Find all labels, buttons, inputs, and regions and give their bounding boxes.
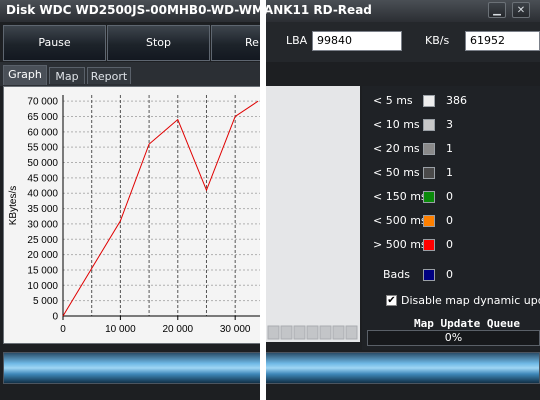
legend-swatch	[423, 95, 435, 107]
y-tick-label: 15 000	[27, 265, 58, 276]
legend-swatch	[423, 239, 435, 251]
lba-label: LBA	[286, 34, 308, 47]
stop-button[interactable]: Stop	[107, 25, 210, 61]
legend-count: 0	[446, 238, 453, 251]
image-divider	[260, 0, 266, 400]
map-block	[319, 325, 332, 340]
y-tick-label: 45 000	[27, 173, 58, 184]
legend-swatch	[423, 167, 435, 179]
y-tick-label: 20 000	[27, 250, 58, 261]
y-tick-label: 55 000	[27, 143, 58, 154]
legend-label: < 150 ms	[373, 190, 427, 203]
y-axis-label: KBytes/s	[8, 186, 19, 225]
y-tick-label: 10 000	[27, 281, 58, 292]
tab-map[interactable]: Map	[49, 67, 85, 84]
legend-swatch	[423, 191, 435, 203]
restart-button[interactable]: Re	[211, 25, 262, 61]
y-tick-label: 0	[52, 312, 58, 323]
y-tick-label: 65 000	[27, 112, 58, 123]
map-block	[332, 325, 345, 340]
graph-panel: 0 5 000 10 000 15 000 20 000 25 000 30 000 35 0…	[3, 86, 262, 344]
lba-field: 99840	[312, 31, 402, 51]
close-button[interactable]: ✕	[512, 2, 530, 18]
legend-swatch	[423, 119, 435, 131]
legend-label: < 20 ms	[373, 142, 420, 155]
scan-progress-bar	[3, 352, 540, 384]
x-tick-label: 10 000	[105, 324, 136, 335]
map-block	[280, 325, 293, 340]
queue-progress: 0%	[367, 330, 540, 346]
legend-swatch	[423, 143, 435, 155]
minimize-button[interactable]: ▁	[488, 2, 506, 18]
y-tick-label: 30 000	[27, 219, 58, 230]
map-grid	[267, 325, 358, 340]
x-tick-label: 20 000	[162, 324, 193, 335]
tab-report[interactable]: Report	[87, 67, 131, 84]
window-title: Disk WDC WD2500JS-00MHB0-WD-WMANK11 RD-R…	[6, 3, 372, 17]
pause-button[interactable]: Pause	[3, 25, 106, 61]
legend-count: 3	[446, 118, 453, 131]
disable-map-checkbox[interactable]: ✔	[386, 295, 397, 306]
legend-count: 0	[446, 214, 453, 227]
legend-label: < 5 ms	[373, 94, 413, 107]
bads-count: 0	[446, 268, 453, 281]
y-tick-label: 40 000	[27, 189, 58, 200]
legend-swatch	[423, 215, 435, 227]
bads-swatch	[423, 269, 435, 281]
y-tick-label: 35 000	[27, 204, 58, 215]
speed-field: 61952	[465, 31, 540, 51]
y-tick-label: 5 000	[33, 296, 58, 307]
speed-chart: 0 5 000 10 000 15 000 20 000 25 000 30 000 35 0…	[8, 95, 261, 335]
legend-count: 0	[446, 190, 453, 203]
legend-label: < 500 ms	[373, 214, 427, 227]
map-block	[267, 325, 280, 340]
legend-label: > 500 ms	[373, 238, 427, 251]
legend-label: < 10 ms	[373, 118, 420, 131]
tab-graph[interactable]: Graph	[3, 65, 47, 85]
map-block	[306, 325, 319, 340]
legend-label: < 50 ms	[373, 166, 420, 179]
map-block	[293, 325, 306, 340]
x-tick-label: 0	[60, 324, 66, 335]
y-tick-label: 50 000	[27, 158, 58, 169]
map-area	[266, 86, 360, 342]
legend-count: 1	[446, 166, 453, 179]
map-block	[345, 325, 358, 340]
speed-label: KB/s	[425, 34, 450, 47]
legend-count: 386	[446, 94, 467, 107]
queue-title: Map Update Queue	[414, 317, 520, 330]
x-tick-label: 30 000	[220, 324, 251, 335]
disable-map-label: Disable map dynamic update	[401, 294, 540, 307]
bads-label: Bads	[383, 268, 411, 281]
y-tick-label: 60 000	[27, 127, 58, 138]
legend-count: 1	[446, 142, 453, 155]
y-tick-label: 70 000	[27, 97, 58, 108]
y-tick-label: 25 000	[27, 235, 58, 246]
